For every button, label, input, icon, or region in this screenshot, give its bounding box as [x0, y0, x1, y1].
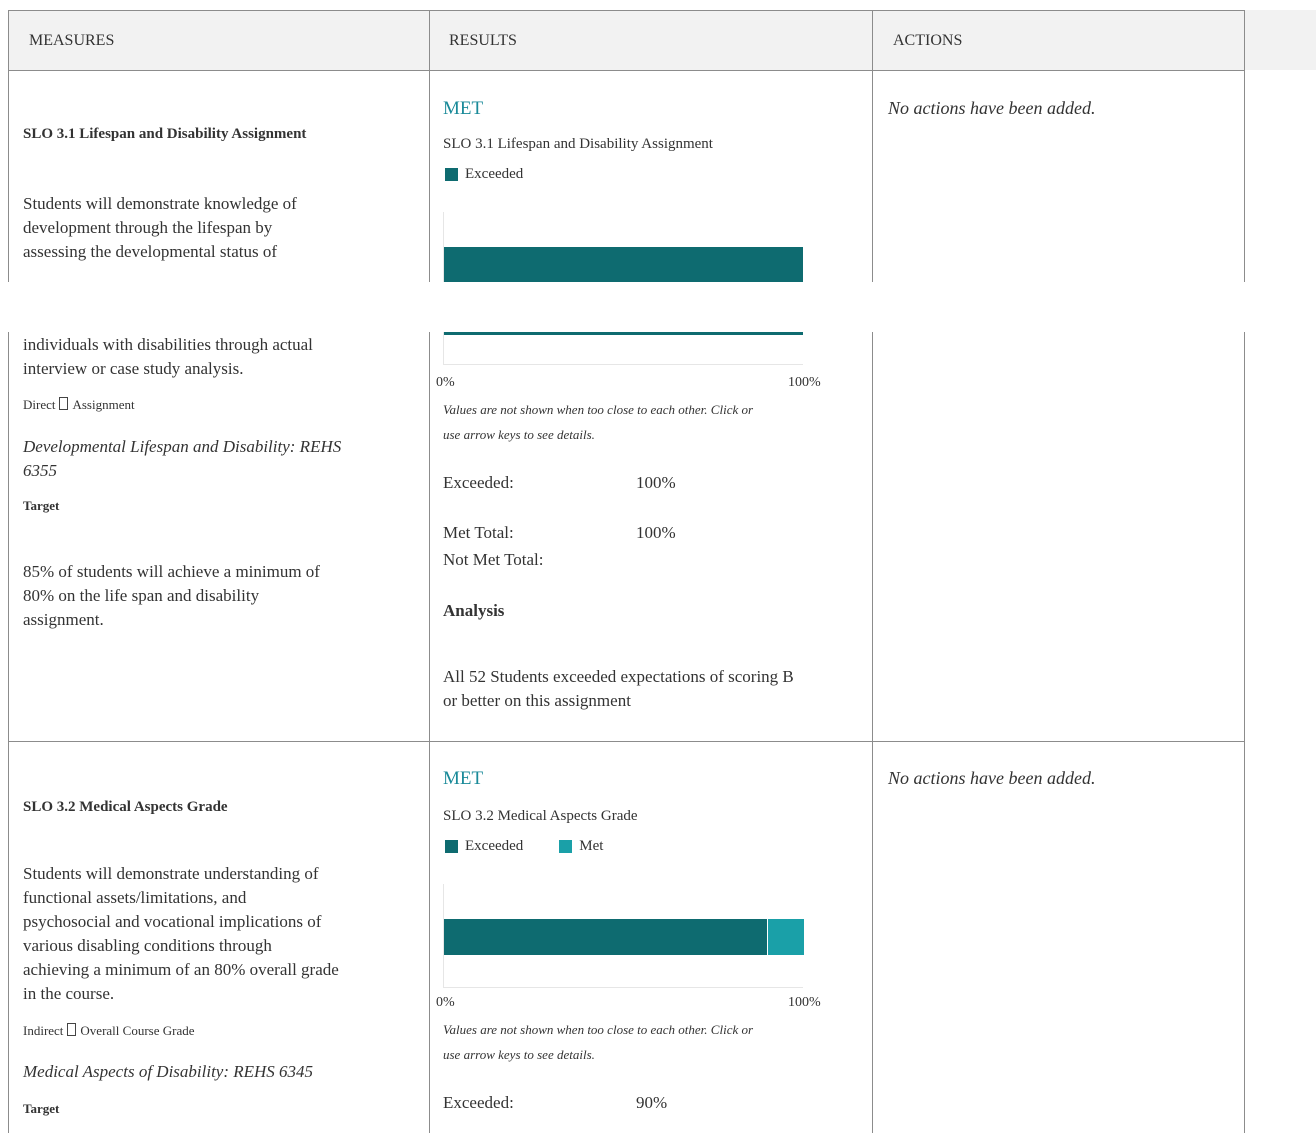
slo-description: Students will demonstrate understanding … — [23, 862, 418, 1006]
measure-type: Indirect Overall Course Grade — [23, 1023, 195, 1039]
slo-title: SLO 3.1 Lifespan and Disability Assignme… — [23, 126, 307, 142]
column-divider-1 — [429, 332, 430, 742]
row-divider — [8, 741, 1245, 742]
description-line: development through the lifespan by — [23, 218, 273, 237]
chart-legend: Exceeded — [445, 166, 523, 183]
result-label: Met Total: — [443, 523, 514, 542]
legend-label-exceeded: Exceeded — [465, 838, 524, 854]
note-line: Values are not shown when too close to e… — [443, 402, 754, 417]
analysis-text: All 52 Students exceeded expectations of… — [443, 665, 868, 713]
measure-type: Direct Assignment — [23, 397, 135, 413]
status-met: MET — [443, 98, 484, 119]
description-line: psychosocial and vocational implications… — [23, 912, 322, 931]
result-label: Not Met Total: — [443, 550, 544, 569]
tick-label-max: 100% — [788, 375, 821, 390]
separator-icon — [59, 397, 69, 410]
column-border-right — [1244, 332, 1245, 742]
bar-exceeded[interactable] — [444, 247, 803, 282]
description-line: Students will demonstrate understanding … — [23, 864, 319, 883]
chart-baseline — [443, 987, 803, 988]
target-line: assignment. — [23, 610, 104, 629]
column-divider-2 — [872, 332, 873, 742]
measure-method-label: Overall Course Grade — [80, 1023, 195, 1038]
target-label: Target — [23, 498, 60, 513]
measure-type-label: Indirect — [23, 1023, 64, 1038]
target-line: 85% of students will achieve a minimum o… — [23, 562, 320, 581]
table-border-top — [8, 10, 1245, 11]
page-break — [0, 282, 1316, 332]
result-value: 100% — [636, 473, 676, 492]
result-value: 90% — [636, 1093, 668, 1112]
bar-met[interactable] — [767, 919, 804, 955]
header-divider — [8, 70, 1245, 71]
legend-swatch-exceeded — [445, 168, 458, 181]
course-line: 6355 — [23, 461, 57, 480]
analysis-label: Analysis — [443, 601, 505, 620]
header-measures: MEASURES — [29, 32, 115, 49]
note-line: use arrow keys to see details. — [443, 427, 595, 442]
course-name: Developmental Lifespan and Disability: R… — [23, 435, 413, 483]
note-line: use arrow keys to see details. — [443, 1047, 595, 1062]
result-value: 100% — [636, 523, 676, 542]
no-actions-text: No actions have been added. — [888, 98, 1096, 118]
tick-label-min: 0% — [436, 995, 455, 1010]
slo-description-cont: individuals with disabilities through ac… — [23, 333, 413, 381]
chart-note: Values are not shown when too close to e… — [443, 397, 863, 447]
description-line: various disabling conditions through — [23, 936, 272, 955]
slo-description: Students will demonstrate knowledge of d… — [23, 192, 413, 264]
legend-label-met: Met — [579, 838, 604, 854]
tick-label-max: 100% — [788, 995, 821, 1010]
measure-method-label: Assignment — [72, 397, 135, 412]
result-label: Exceeded: — [443, 473, 514, 492]
result-label: Exceeded: — [443, 1093, 514, 1112]
separator-icon — [67, 1023, 77, 1036]
header-results: RESULTS — [449, 32, 517, 49]
chart-legend: Exceeded Met — [445, 838, 603, 855]
legend-label-exceeded: Exceeded — [465, 166, 524, 182]
chart-axis — [443, 332, 444, 365]
description-line: achieving a minimum of an 80% overall gr… — [23, 960, 339, 979]
target-label: Target — [23, 1101, 60, 1116]
analysis-line: or better on this assignment — [443, 691, 631, 710]
course-line: Medical Aspects of Disability: REHS 6345 — [23, 1062, 314, 1081]
description-line: Students will demonstrate knowledge of — [23, 194, 297, 213]
course-name: Medical Aspects of Disability: REHS 6345 — [23, 1060, 413, 1084]
note-line: Values are not shown when too close to e… — [443, 1022, 754, 1037]
chart-note: Values are not shown when too close to e… — [443, 1017, 863, 1067]
table-header — [8, 10, 1316, 70]
target-text: 85% of students will achieve a minimum o… — [23, 560, 413, 632]
analysis-line: All 52 Students exceeded expectations of… — [443, 667, 794, 686]
column-border-left — [8, 332, 9, 742]
legend-swatch-exceeded — [445, 840, 458, 853]
bar-exceeded[interactable] — [444, 332, 803, 335]
target-line: 80% on the life span and disability — [23, 586, 260, 605]
description-line: assessing the developmental status of — [23, 242, 278, 261]
chart-title: SLO 3.1 Lifespan and Disability Assignme… — [443, 136, 713, 152]
header-actions: ACTIONS — [893, 32, 963, 49]
legend-swatch-met — [559, 840, 573, 853]
description-line: individuals with disabilities through ac… — [23, 335, 313, 354]
description-line: functional assets/limitations, and — [23, 888, 247, 907]
status-met: MET — [443, 768, 484, 789]
description-line: in the course. — [23, 984, 115, 1003]
description-line: interview or case study analysis. — [23, 359, 244, 378]
tick-label-min: 0% — [436, 375, 455, 390]
measure-type-label: Direct — [23, 397, 56, 412]
slo-title: SLO 3.2 Medical Aspects Grade — [23, 799, 228, 815]
chart-baseline — [443, 364, 803, 365]
bar-exceeded[interactable] — [444, 919, 768, 955]
course-line: Developmental Lifespan and Disability: R… — [23, 437, 342, 456]
chart-title: SLO 3.2 Medical Aspects Grade — [443, 808, 638, 824]
no-actions-text: No actions have been added. — [888, 768, 1096, 788]
